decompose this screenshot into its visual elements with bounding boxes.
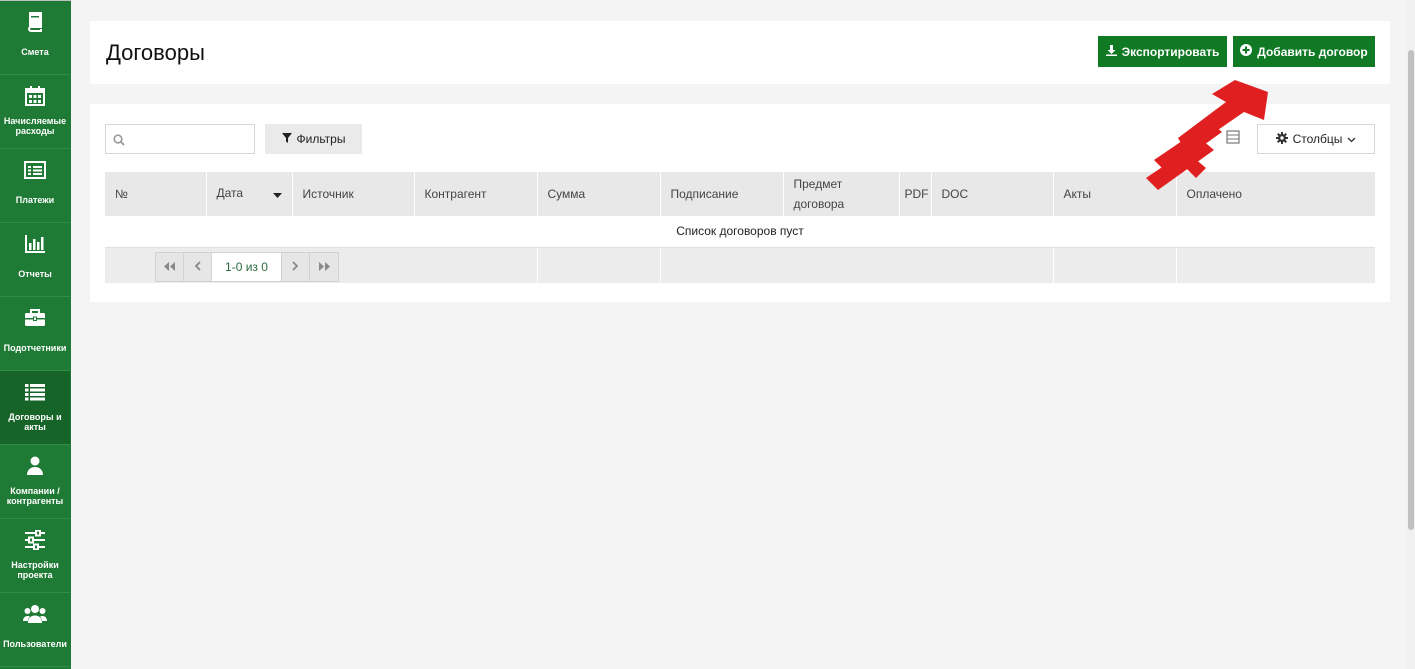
double-chevron-left-icon xyxy=(164,258,175,276)
last-page-button[interactable] xyxy=(310,253,338,281)
annotation-arrow-icon xyxy=(1140,80,1280,220)
filter-icon xyxy=(281,132,292,146)
sidebar-item-label: Смета xyxy=(21,47,49,57)
column-header-date[interactable]: Дата xyxy=(205,172,292,216)
sidebar-item-accrued-expenses[interactable]: Начисляемые расходы xyxy=(0,75,70,149)
table-row: Список договоров пуст xyxy=(105,216,1375,248)
sidebar-item-label: Пользователи xyxy=(3,639,67,649)
search-input[interactable] xyxy=(130,129,250,149)
column-header-counterparty[interactable]: Контрагент xyxy=(413,172,537,216)
sliders-icon xyxy=(24,528,46,552)
sidebar-item-label: Платежи xyxy=(15,195,55,205)
footer-cell xyxy=(1175,247,1375,283)
sidebar-item-label: Компании / контрагенты xyxy=(6,486,64,506)
download-icon xyxy=(1105,44,1117,59)
vertical-scrollbar[interactable] xyxy=(1407,0,1415,669)
sidebar-item-label: Отчеты xyxy=(18,269,52,279)
column-header-source[interactable]: Источник xyxy=(291,172,414,216)
page-header: Договоры Экспортировать Добавить договор xyxy=(90,21,1390,84)
export-button[interactable]: Экспортировать xyxy=(1098,36,1227,67)
scrollbar-thumb[interactable] xyxy=(1408,50,1414,530)
users-icon xyxy=(23,602,47,626)
footer-cell xyxy=(1052,247,1176,283)
sidebar-item-users[interactable]: Пользователи xyxy=(0,593,70,667)
sidebar-item-payments[interactable]: Платежи xyxy=(0,149,70,223)
add-contract-button[interactable]: Добавить договор xyxy=(1233,36,1375,67)
column-header-date-label: Дата xyxy=(216,186,244,200)
card-icon xyxy=(24,158,46,182)
chevron-left-icon xyxy=(194,258,201,276)
footer-cell xyxy=(659,247,1053,283)
sidebar: Смета Начисляемые расходы Платежи Отчеты… xyxy=(0,0,71,669)
calendar-icon xyxy=(25,84,45,108)
column-header-pdf[interactable]: PDF xyxy=(898,172,931,216)
add-contract-button-label: Добавить договор xyxy=(1257,44,1368,59)
sort-desc-icon xyxy=(272,185,282,205)
book-icon xyxy=(26,10,44,34)
sidebar-item-companies[interactable]: Компании / контрагенты xyxy=(0,445,70,519)
sidebar-item-estimate[interactable]: Смета xyxy=(0,1,70,75)
sidebar-item-label: Начисляемые расходы xyxy=(3,116,67,136)
sidebar-item-label: Договоры и акты xyxy=(8,412,62,432)
column-header-subject[interactable]: Предмет договора xyxy=(782,172,899,216)
empty-message: Список договоров пуст xyxy=(105,216,1375,248)
footer-cell xyxy=(536,247,660,283)
sidebar-item-project-settings[interactable]: Настройки проекта xyxy=(0,519,70,593)
sidebar-item-accountables[interactable]: Подотчетники xyxy=(0,297,70,371)
briefcase-icon xyxy=(24,306,46,330)
sidebar-item-label: Настройки проекта xyxy=(11,560,59,580)
chevron-down-icon xyxy=(1347,132,1356,146)
double-chevron-right-icon xyxy=(318,258,330,276)
sidebar-item-contracts[interactable]: Договоры и акты xyxy=(0,371,70,445)
column-header-amount[interactable]: Сумма xyxy=(536,172,660,216)
columns-button-label: Столбцы xyxy=(1292,132,1343,146)
user-icon xyxy=(26,454,44,478)
page-info: 1-0 из 0 xyxy=(212,253,282,281)
prev-page-button[interactable] xyxy=(184,253,212,281)
first-page-button[interactable] xyxy=(156,253,184,281)
pagination: 1-0 из 0 xyxy=(155,252,339,282)
bar-chart-icon xyxy=(24,232,46,256)
column-header-signing[interactable]: Подписание xyxy=(659,172,783,216)
export-button-label: Экспортировать xyxy=(1121,44,1220,59)
next-page-button[interactable] xyxy=(282,253,310,281)
filters-button-label: Фильтры xyxy=(296,132,346,146)
sidebar-item-reports[interactable]: Отчеты xyxy=(0,223,70,297)
filters-button[interactable]: Фильтры xyxy=(265,124,362,154)
search-icon xyxy=(113,133,125,151)
sidebar-item-label: Подотчетники xyxy=(3,343,67,353)
chevron-right-icon xyxy=(292,258,299,276)
page-title: Договоры xyxy=(106,40,205,65)
column-header-doc[interactable]: DOC xyxy=(930,172,1053,216)
search-box[interactable] xyxy=(105,124,255,154)
plus-circle-icon xyxy=(1240,44,1253,59)
column-header-number[interactable]: № xyxy=(105,172,206,216)
list-icon xyxy=(24,380,46,404)
